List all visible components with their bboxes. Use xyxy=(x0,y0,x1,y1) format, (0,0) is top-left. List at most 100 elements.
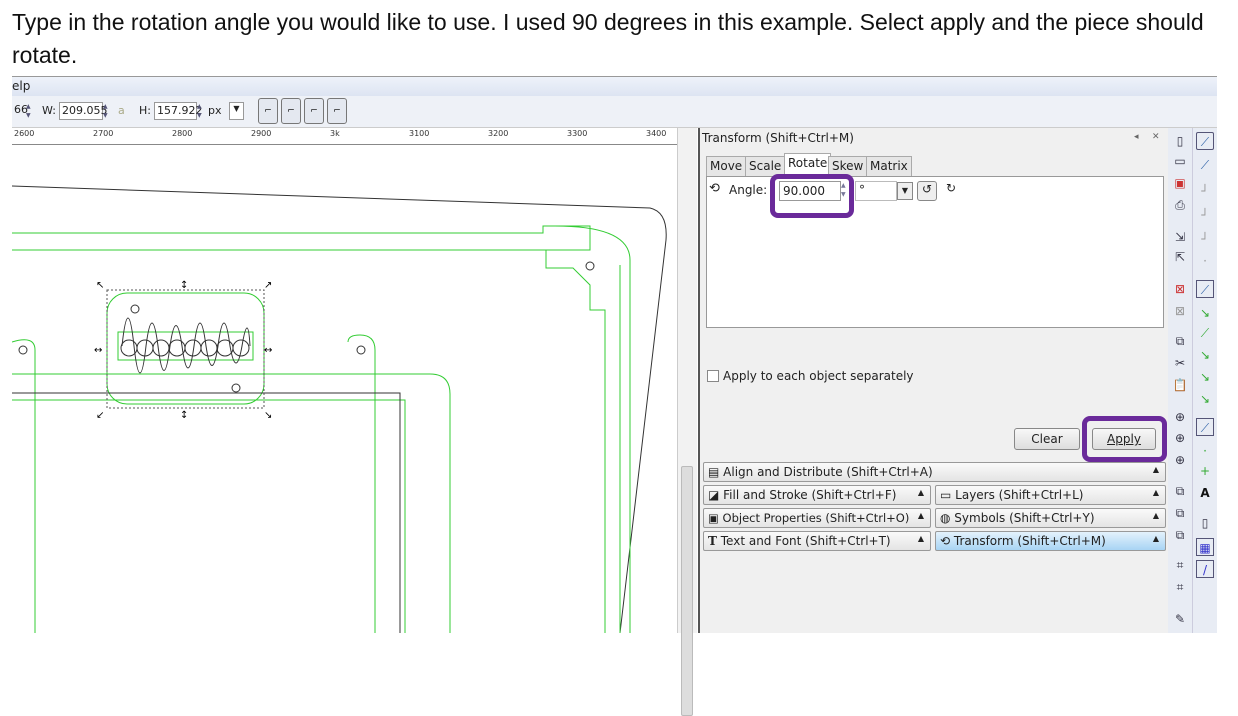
close-icon[interactable]: ✕ xyxy=(1152,132,1160,142)
height-field[interactable]: 157.922 xyxy=(154,102,203,120)
unit-select[interactable]: px xyxy=(208,104,222,117)
zoom-selection-icon[interactable]: ⊕ xyxy=(1171,408,1189,426)
angle-unit-select[interactable]: ° xyxy=(855,181,897,201)
snap-bbox-corner-icon[interactable]: ┘ xyxy=(1196,206,1214,224)
iconify-icon[interactable]: ◂ xyxy=(1134,132,1139,142)
duplicate-icon[interactable]: ⧉ xyxy=(1171,482,1189,500)
rotate-cw-icon[interactable]: ↻ xyxy=(941,181,961,201)
clone-icon[interactable]: ⧉ xyxy=(1171,504,1189,522)
vertical-scrollbar[interactable] xyxy=(677,128,697,716)
svg-text:↗: ↗ xyxy=(264,280,272,291)
dock-label: Symbols (Shift+Ctrl+Y) xyxy=(954,511,1095,525)
scale-stroke-icon[interactable]: ⌐ xyxy=(258,98,278,124)
dock-align-distribute[interactable]: ▤ Align and Distribute (Shift+Ctrl+A) ▲ xyxy=(703,462,1166,482)
tab-move[interactable]: Move xyxy=(706,156,747,176)
dock-transform[interactable]: ⟲ Transform (Shift+Ctrl+M) ▲ xyxy=(935,531,1166,551)
scrollbar-thumb[interactable] xyxy=(681,466,693,716)
dock-label: Object Properties (Shift+Ctrl+O) xyxy=(722,511,910,525)
clear-button[interactable]: Clear xyxy=(1014,428,1080,450)
menu-help[interactable]: elp xyxy=(12,79,30,93)
move-gradients-icon[interactable]: ⌐ xyxy=(304,98,324,124)
snap-bbox-mid-icon[interactable]: ┘ xyxy=(1196,230,1214,248)
move-patterns-icon[interactable]: ⌐ xyxy=(327,98,347,124)
snap-toggle-icon[interactable]: ⟋ xyxy=(1196,132,1214,150)
import-icon[interactable]: ⇲ xyxy=(1171,228,1189,246)
dropdown-arrow-icon[interactable]: ▼ xyxy=(897,182,913,200)
tab-matrix[interactable]: Matrix xyxy=(866,156,912,176)
width-field[interactable]: 209.055 xyxy=(59,102,108,120)
edit-icon[interactable]: ✎ xyxy=(1171,610,1189,628)
drawing-canvas[interactable]: ↖ ↕ ↗ ↔ ↔ ↙ ↕ ↘ xyxy=(11,145,677,634)
undo-icon[interactable]: ⊠ xyxy=(1171,280,1189,298)
y-spinner[interactable]: ▲ ▼ xyxy=(26,102,34,120)
save-icon[interactable]: ▣ xyxy=(1171,174,1189,192)
snap-nodes-icon[interactable]: ⟋ xyxy=(1196,280,1214,298)
snap-bbox-edge-icon[interactable]: ┘ xyxy=(1196,182,1214,200)
dock-layers[interactable]: ▭ Layers (Shift+Ctrl+L) ▲ xyxy=(935,485,1166,505)
copy-icon[interactable]: ⧉ xyxy=(1171,332,1189,350)
snap-guide-icon[interactable]: / xyxy=(1196,560,1214,578)
snap-center-icon[interactable]: · xyxy=(1196,442,1214,460)
width-spinner[interactable]: ▲ ▼ xyxy=(103,102,111,120)
snap-midpoint-icon[interactable]: ↘ xyxy=(1196,390,1214,408)
tab-skew[interactable]: Skew xyxy=(828,156,868,176)
open-icon[interactable]: ▭ xyxy=(1171,152,1189,170)
group-icon[interactable]: ⌗ xyxy=(1171,556,1189,574)
snap-bbox-center-icon[interactable]: · xyxy=(1196,252,1214,270)
snap-paths-icon[interactable]: ↘ xyxy=(1196,304,1214,322)
svg-text:↔: ↔ xyxy=(94,345,102,356)
svg-text:↖: ↖ xyxy=(96,280,104,291)
dock-fill-stroke[interactable]: ◪ Fill and Stroke (Shift+Ctrl+F) ▲ xyxy=(703,485,931,505)
tab-scale[interactable]: Scale xyxy=(745,156,786,176)
cut-icon[interactable]: ✂ xyxy=(1171,354,1189,372)
ruler-tick-label: 3400 xyxy=(646,129,667,138)
snap-intersections-icon[interactable]: ⟋ xyxy=(1196,324,1214,342)
dock-symbols[interactable]: ◍ Symbols (Shift+Ctrl+Y) ▲ xyxy=(935,508,1166,528)
ruler-tick-label: 2700 xyxy=(93,129,114,138)
print-icon[interactable]: ⎙ xyxy=(1171,196,1189,214)
instruction-caption: Type in the rotation angle you would lik… xyxy=(12,9,1204,68)
menubar: elp xyxy=(12,76,1217,96)
dock-text-font[interactable]: T Text and Font (Shift+Ctrl+T) ▲ xyxy=(703,531,931,551)
horizontal-ruler: 2600 2700 2800 2900 3k 3100 3200 3300 3400 xyxy=(12,128,677,145)
snap-rotation-center-icon[interactable]: + xyxy=(1196,462,1214,480)
snap-page-icon[interactable]: ▯ xyxy=(1196,514,1214,532)
dock-label: Layers (Shift+Ctrl+L) xyxy=(955,488,1084,502)
snap-grid-icon[interactable]: ▦ xyxy=(1196,538,1214,556)
apply-each-label: Apply to each object separately xyxy=(723,369,914,383)
dock-label: Fill and Stroke (Shift+Ctrl+F) xyxy=(723,488,897,502)
ruler-tick-label: 3k xyxy=(330,129,340,138)
dock-label: Transform (Shift+Ctrl+M) xyxy=(953,534,1106,548)
zoom-page-icon[interactable]: ⊕ xyxy=(1171,451,1189,469)
y-field[interactable]: 66 xyxy=(12,102,28,120)
ungroup-icon[interactable]: ⌗ xyxy=(1171,578,1189,596)
snap-toolbar: ⟋ ⟋ ┘ ┘ ┘ · ⟋ ↘ ⟋ ↘ ↘ ↘ ⟋ · + A ▯ ▦ / xyxy=(1192,128,1217,633)
ruler-tick-label: 3200 xyxy=(488,129,509,138)
snap-smooth-icon[interactable]: ↘ xyxy=(1196,368,1214,386)
paste-icon[interactable]: 📋 xyxy=(1171,376,1189,394)
snap-cusp-icon[interactable]: ↘ xyxy=(1196,346,1214,364)
scale-corners-icon[interactable]: ⌐ xyxy=(281,98,301,124)
new-document-icon[interactable]: ▯ xyxy=(1171,132,1189,150)
lock-icon[interactable]: a xyxy=(118,104,125,117)
svg-text:↙: ↙ xyxy=(96,410,104,421)
dock-label: Align and Distribute (Shift+Ctrl+A) xyxy=(723,465,933,479)
redo-icon[interactable]: ⊠ xyxy=(1171,302,1189,320)
rotate-ccw-icon[interactable]: ↺ xyxy=(917,181,937,201)
ruler-tick-label: 3100 xyxy=(409,129,430,138)
rotate-icon: ⟲ xyxy=(709,181,720,196)
apply-each-checkbox[interactable] xyxy=(707,370,719,382)
zoom-drawing-icon[interactable]: ⊕ xyxy=(1171,429,1189,447)
unlink-clone-icon[interactable]: ⧉ xyxy=(1171,526,1189,544)
height-spinner[interactable]: ▲ ▼ xyxy=(197,102,205,120)
export-icon[interactable]: ⇱ xyxy=(1171,248,1189,266)
unit-dropdown-icon[interactable]: ▼ xyxy=(229,102,244,120)
tab-rotate[interactable]: Rotate xyxy=(784,153,832,176)
svg-text:↔: ↔ xyxy=(264,345,272,356)
snap-text-baseline-icon[interactable]: A xyxy=(1196,484,1214,502)
dock-object-properties[interactable]: ▣ Object Properties (Shift+Ctrl+O) ▲ xyxy=(703,508,931,528)
h-label: H: xyxy=(139,104,151,117)
snap-others-icon[interactable]: ⟋ xyxy=(1196,418,1214,436)
dock-label: Text and Font (Shift+Ctrl+T) xyxy=(720,534,891,548)
snap-bbox-icon[interactable]: ⟋ xyxy=(1196,156,1214,174)
